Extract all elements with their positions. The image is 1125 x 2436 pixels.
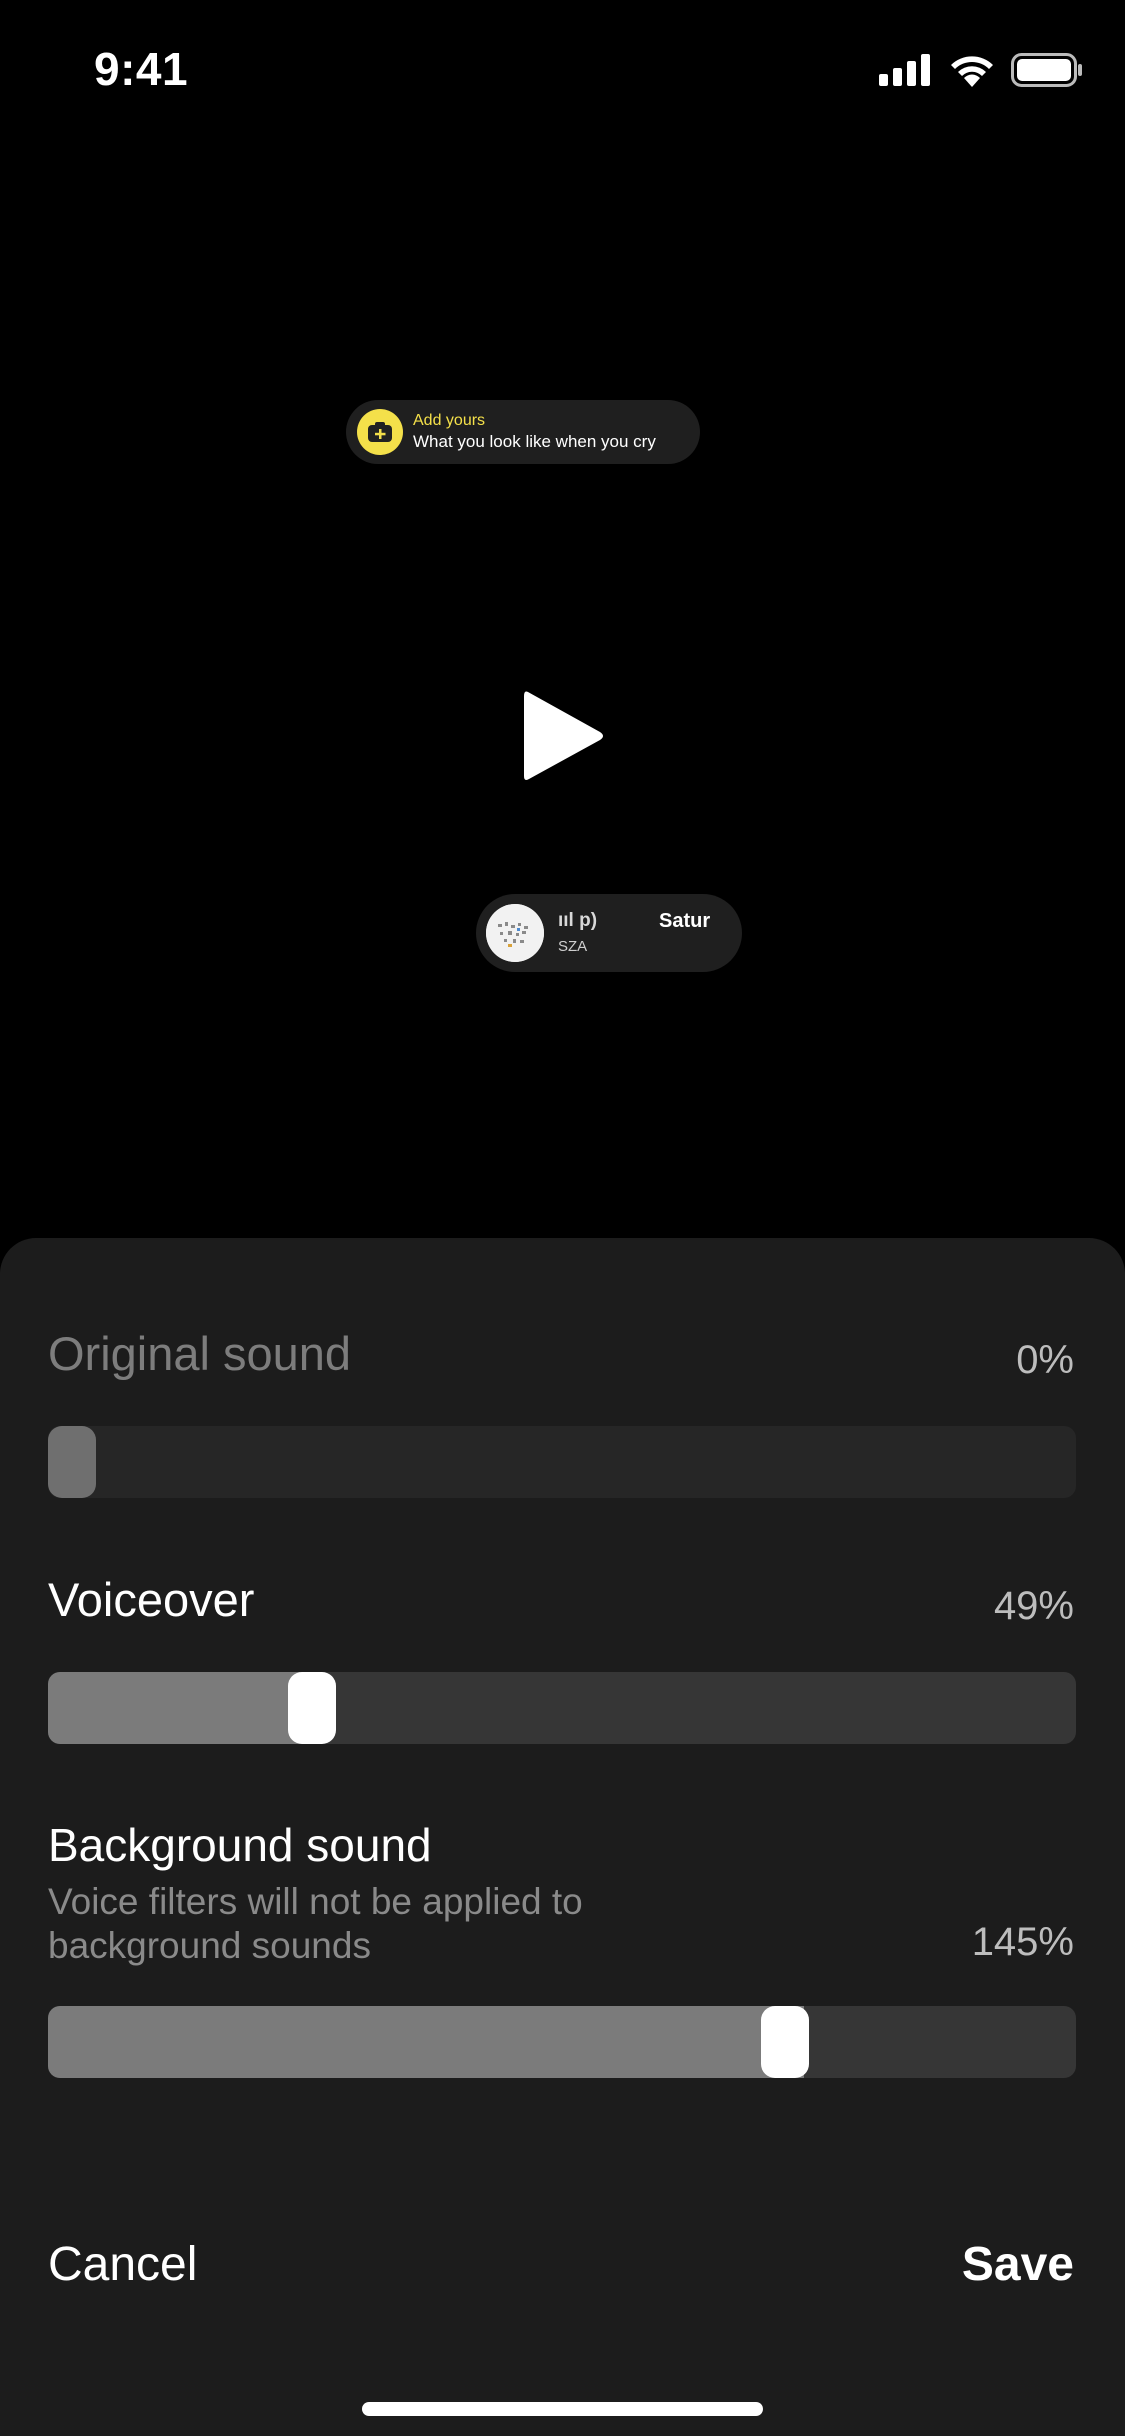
play-icon[interactable] — [520, 686, 606, 786]
original-sound-value: 0% — [1016, 1338, 1074, 1382]
original-sound-slider[interactable] — [48, 1426, 1076, 1498]
battery-icon — [1011, 53, 1082, 87]
add-yours-sticker[interactable]: Add yours What you look like when you cr… — [346, 400, 700, 464]
background-sound-slider[interactable] — [48, 2006, 1076, 2078]
background-sound-description: Voice filters will not be applied to bac… — [48, 1881, 583, 1966]
background-sound-thumb[interactable] — [761, 2006, 809, 2078]
cellular-signal-icon — [879, 54, 930, 86]
status-time: 9:41 — [94, 43, 189, 95]
wifi-icon — [951, 56, 993, 87]
voiceover-thumb[interactable] — [288, 1672, 336, 1744]
original-sound-label: Original sound — [48, 1327, 352, 1380]
add-yours-prompt: What you look like when you cry — [413, 432, 656, 451]
voiceover-slider[interactable] — [48, 1672, 1076, 1744]
status-icons — [879, 50, 1083, 90]
background-sound-fill — [48, 2006, 804, 2078]
artist-name: SZA — [558, 938, 588, 955]
background-sound-label: Background sound — [48, 1819, 432, 1871]
add-yours-label: Add yours — [413, 412, 486, 429]
album-cover — [486, 904, 544, 962]
song-title-left: ııl p) — [558, 910, 598, 931]
background-sound-value: 145% — [971, 1920, 1074, 1964]
voiceover-value: 49% — [993, 1584, 1074, 1628]
original-sound-thumb[interactable] — [48, 1426, 96, 1498]
music-sticker[interactable]: ııl p) Satur SZA — [476, 894, 742, 972]
save-button[interactable]: Save — [962, 2237, 1074, 2292]
voiceover-fill — [48, 1672, 312, 1744]
song-title-right: Satur — [659, 910, 711, 932]
home-indicator — [362, 2402, 763, 2416]
voiceover-label: Voiceover — [48, 1573, 255, 1626]
camera-plus-icon — [357, 409, 403, 455]
cancel-button[interactable]: Cancel — [48, 2237, 197, 2292]
